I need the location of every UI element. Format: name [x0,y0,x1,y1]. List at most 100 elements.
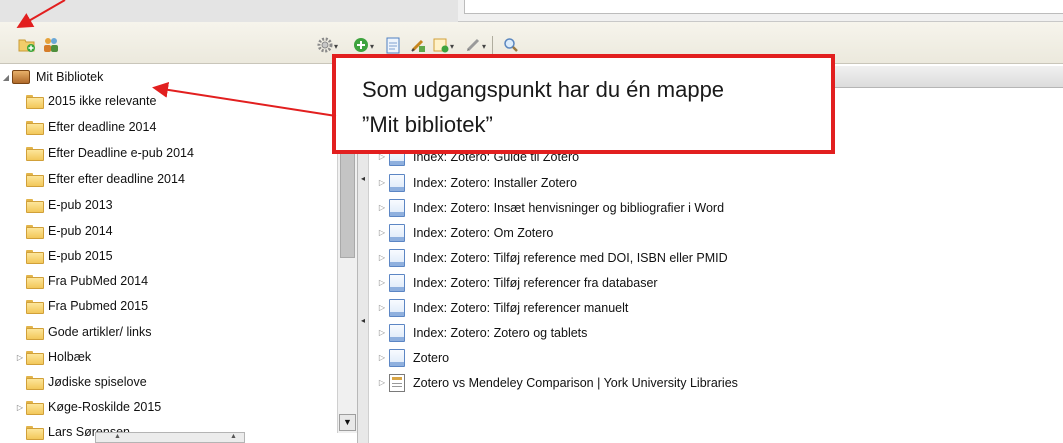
scroll-down-arrow-icon[interactable]: ▼ [339,414,356,431]
tree-item-label: 2015 ikke relevante [48,94,157,108]
tree-item-collection[interactable]: ▷ Holbæk [14,346,91,368]
scroll-up-arrow-icon[interactable]: ▲ [230,433,237,440]
callout-line-2: ”Mit bibliotek” [362,112,493,137]
expand-arrow-icon[interactable]: ▷ [375,228,389,237]
list-item[interactable]: ▷ Zotero vs Mendeley Comparison | York U… [369,370,738,395]
document-icon [389,273,405,292]
callout-line-1: Som udgangspunkt har du én mappe [362,77,725,102]
chevron-down-icon[interactable]: ▾ [334,42,338,51]
tree-item-label: Gode artikler/ links [48,325,152,339]
expand-arrow-icon[interactable]: ▷ [375,328,389,337]
top-left-area [0,0,458,22]
tree-item-collection[interactable]: Efter efter deadline 2014 [26,168,185,190]
item-title: Index: Zotero: Tilføj referencer fra dat… [413,275,658,290]
collection-tree[interactable]: ◢ Mit Bibliotek 2015 ikke relevante Efte… [0,64,358,443]
chevron-down-icon[interactable]: ▾ [370,42,374,51]
list-item[interactable]: ▷ Index: Zotero: Insæt henvisninger og b… [369,195,724,220]
expand-arrow-icon[interactable]: ▷ [375,203,389,212]
tree-item-collection[interactable]: Fra Pubmed 2015 [26,295,148,317]
item-title: Index: Zotero: Installer Zotero [413,175,577,190]
expand-arrow-icon[interactable]: ▷ [375,178,389,187]
tree-item-label: Efter deadline 2014 [48,120,157,134]
tree-item-collection[interactable]: Jødiske spiselove [26,371,147,393]
document-icon [389,348,405,367]
list-item[interactable]: ▷ Zotero [369,345,449,370]
chevron-down-icon[interactable]: ▾ [482,42,486,51]
tree-item-collection[interactable]: 2015 ikke relevante [26,90,156,112]
tree-item-label: E-pub 2013 [48,198,113,212]
annotation-pen-icon[interactable] [464,36,482,54]
folder-icon [26,121,44,135]
folder-icon [26,147,44,161]
tree-item-collection[interactable]: Gode artikler/ links [26,321,152,343]
folder-icon [26,250,44,264]
tree-item-my-library[interactable]: ◢ Mit Bibliotek [0,66,103,88]
item-title: Index: Zotero: Insæt henvisninger og bib… [413,200,725,215]
folder-icon [26,275,44,289]
tree-item-label: E-pub 2015 [48,249,113,263]
scroll-up-arrow-icon[interactable]: ▲ [114,433,121,440]
list-item[interactable]: ▷ Index: Zotero: Tilføj referencer fra d… [369,270,658,295]
item-title: Index: Zotero: Zotero og tablets [413,325,588,340]
expand-arrow-icon[interactable]: ▷ [14,353,26,362]
document-icon [389,248,405,267]
list-item[interactable]: ▷ Index: Zotero: Installer Zotero [369,170,577,195]
folder-icon [26,173,44,187]
expand-arrow-icon[interactable]: ▷ [375,353,389,362]
document-icon [389,173,405,192]
new-group-icon[interactable] [42,36,60,54]
list-item[interactable]: ▷ Index: Zotero: Om Zotero [369,220,553,245]
expand-arrow-icon[interactable]: ▷ [14,403,26,412]
item-title: Zotero [413,350,450,365]
tree-item-label: Fra PubMed 2014 [48,274,149,288]
document-icon [389,298,405,317]
tree-item-collection[interactable]: Efter deadline 2014 [26,116,156,138]
folder-icon [26,225,44,239]
tree-item-collection[interactable]: E-pub 2014 [26,220,113,242]
document-icon [389,198,405,217]
new-collection-icon[interactable] [18,36,36,54]
tree-item-label: Mit Bibliotek [36,70,104,84]
expand-arrow-icon[interactable]: ▷ [375,303,389,312]
tree-item-label: Fra Pubmed 2015 [48,299,149,313]
item-title: Zotero vs Mendeley Comparison | York Uni… [413,375,738,390]
tree-item-collection[interactable]: Efter Deadline e-pub 2014 [26,142,194,164]
library-icon [12,70,30,84]
add-attachment-icon[interactable] [409,36,427,54]
search-icon[interactable] [502,36,520,54]
tree-item-label: Efter Deadline e-pub 2014 [48,146,194,160]
collapse-arrow-icon[interactable]: ◢ [0,73,12,82]
document-icon [389,323,405,342]
webpage-icon [389,373,405,392]
folder-icon [26,376,44,390]
list-item[interactable]: ▷ Index: Zotero: Tilføj referencer manue… [369,295,628,320]
tree-item-label: Holbæk [48,350,92,364]
document-icon [389,223,405,242]
tree-item-label: Køge-Roskilde 2015 [48,400,162,414]
list-item[interactable]: ▷ Index: Zotero: Zotero og tablets [369,320,587,345]
expand-arrow-icon[interactable]: ▷ [375,253,389,262]
expand-arrow-icon[interactable]: ▷ [375,278,389,287]
new-item-icon[interactable] [352,36,370,54]
top-right-field [464,0,1063,14]
callout-box: Som udgangspunkt har du én mappe ”Mit bi… [332,54,835,154]
collapse-left-icon[interactable]: ◂ [359,174,367,194]
tree-item-collection[interactable]: ▷ Køge-Roskilde 2015 [14,396,161,418]
tree-item-collection[interactable]: E-pub 2015 [26,245,113,267]
top-strip [0,0,1063,22]
item-title: Index: Zotero: Tilføj referencer manuelt [413,300,629,315]
collapse-left-icon[interactable]: ◂ [359,316,367,336]
tree-item-label: E-pub 2014 [48,224,113,238]
new-note-icon[interactable] [384,36,402,54]
actions-gear-icon[interactable] [316,36,334,54]
item-title: Index: Zotero: Om Zotero [413,225,554,240]
list-item[interactable]: ▷ Index: Zotero: Tilføj reference med DO… [369,245,728,270]
chevron-down-icon[interactable]: ▾ [450,42,454,51]
toolbar-separator [492,36,493,56]
horizontal-scrollbar[interactable]: ▲ ▲ [95,432,245,443]
tree-item-collection[interactable]: Fra PubMed 2014 [26,270,148,292]
add-by-identifier-icon[interactable] [432,36,450,54]
folder-icon [26,351,44,365]
tree-item-collection[interactable]: E-pub 2013 [26,194,113,216]
expand-arrow-icon[interactable]: ▷ [375,378,389,387]
